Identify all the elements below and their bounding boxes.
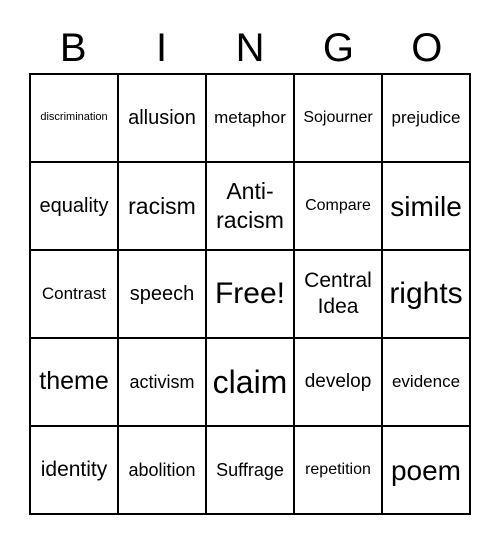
- bingo-cell: activism: [118, 338, 206, 426]
- bingo-cell: Anti-racism: [206, 162, 294, 250]
- header-letter-o: O: [411, 26, 443, 70]
- bingo-cell: prejudice: [382, 74, 470, 162]
- bingo-cell: speech: [118, 250, 206, 338]
- bingo-cell: Suffrage: [206, 426, 294, 514]
- bingo-cell: Compare: [294, 162, 382, 250]
- bingo-grid: discrimination allusion metaphor Sojourn…: [29, 73, 471, 515]
- bingo-cell: Sojourner: [294, 74, 382, 162]
- bingo-cell: equality: [30, 162, 118, 250]
- bingo-cell: metaphor: [206, 74, 294, 162]
- bingo-cell: poem: [382, 426, 470, 514]
- bingo-cell: allusion: [118, 74, 206, 162]
- bingo-header: B I N G O: [29, 24, 471, 72]
- bingo-cell: theme: [30, 338, 118, 426]
- header-letter-n: N: [235, 26, 265, 70]
- bingo-cell: evidence: [382, 338, 470, 426]
- bingo-cell: rights: [382, 250, 470, 338]
- bingo-cell: abolition: [118, 426, 206, 514]
- free-space-cell: Free!: [206, 250, 294, 338]
- header-letter-b: B: [59, 26, 87, 70]
- bingo-cell: simile: [382, 162, 470, 250]
- bingo-cell: identity: [30, 426, 118, 514]
- header-letter-g: G: [322, 26, 354, 70]
- bingo-cell: Contrast: [30, 250, 118, 338]
- bingo-cell: Central Idea: [294, 250, 382, 338]
- bingo-cell: develop: [294, 338, 382, 426]
- bingo-cell: discrimination: [30, 74, 118, 162]
- bingo-cell: racism: [118, 162, 206, 250]
- bingo-cell: claim: [206, 338, 294, 426]
- bingo-cell: repetition: [294, 426, 382, 514]
- header-letter-i: I: [156, 26, 168, 70]
